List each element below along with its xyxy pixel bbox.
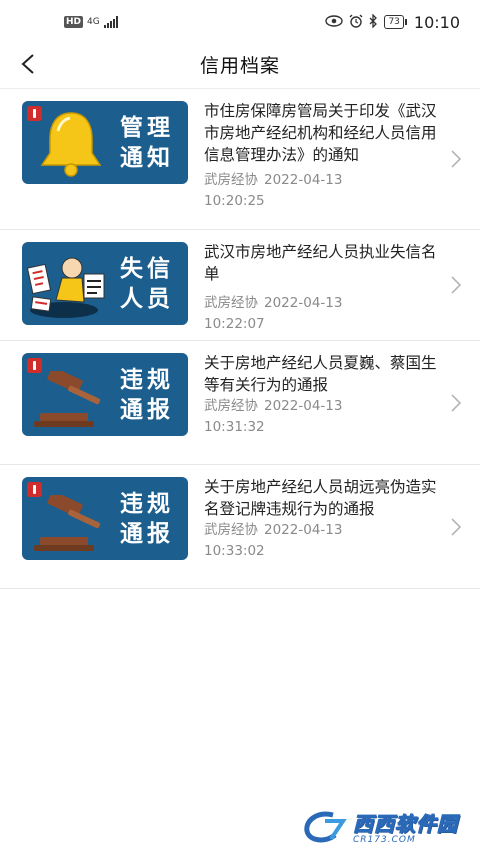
watermark-text: 西西软件园 CR173.COM xyxy=(353,808,458,846)
thumbnail-dishonest: 失信 人员 xyxy=(22,242,188,325)
alarm-icon xyxy=(349,14,363,31)
thumbnail-label-line2: 通报 xyxy=(120,397,174,423)
item-info: 市住房保障房管局关于印发《武汉市房地产经纪机构和经纪人员信用信息管理办法》的通知… xyxy=(204,101,440,218)
signal-icon xyxy=(103,16,118,28)
thumbnail-label: 管理 通知 xyxy=(120,113,174,173)
item-info: 武汉市房地产经纪人员执业失信名单 武房经协 2022-04-13 10:22:07 xyxy=(204,242,440,341)
thumbnail-label-line2: 通报 xyxy=(120,521,174,547)
watermark-sub: CR173.COM xyxy=(353,835,416,845)
list-item[interactable]: 管理 通知 市住房保障房管局关于印发《武汉市房地产经纪机构和经纪人员信用信息管理… xyxy=(0,89,480,230)
watermark-logo-icon xyxy=(304,811,347,842)
item-title: 武汉市房地产经纪人员执业失信名单 xyxy=(204,243,437,283)
status-bar: HD 4G 73 10:10 xyxy=(0,0,480,44)
back-button[interactable] xyxy=(12,48,44,80)
thumbnail-violation: 违规 通报 xyxy=(22,477,188,560)
thumbnail-label-line1: 违规 xyxy=(120,491,174,517)
item-date: 2022-04-13 xyxy=(264,172,343,188)
item-title: 关于房地产经纪人员胡远亮伪造实名登记牌违规行为的通报 xyxy=(204,478,437,518)
chevron-right-icon xyxy=(451,518,462,536)
status-left: HD 4G xyxy=(64,16,118,28)
item-time: 10:22:07 xyxy=(204,316,265,332)
item-meta: 武房经协 2022-04-13 10:33:02 xyxy=(204,520,440,568)
chevron-right-icon xyxy=(451,276,462,294)
thumbnail-label-line1: 违规 xyxy=(120,367,174,393)
item-meta: 武房经协 2022-04-13 10:31:32 xyxy=(204,396,440,444)
bell-icon xyxy=(40,112,102,177)
list-item[interactable]: 违规 通报 关于房地产经纪人员夏巍、蔡国生等有关行为的通报 武房经协 2022-0… xyxy=(0,341,480,465)
list-item[interactable]: 违规 通报 关于房地产经纪人员胡远亮伪造实名登记牌违规行为的通报 武房经协 202… xyxy=(0,465,480,589)
item-date: 2022-04-13 xyxy=(264,398,343,414)
thumbnail-label-line1: 管理 xyxy=(120,115,174,141)
thumbnail-notice: 管理 通知 xyxy=(22,101,188,184)
gavel-icon xyxy=(34,371,101,427)
item-title: 关于房地产经纪人员夏巍、蔡国生等有关行为的通报 xyxy=(204,354,437,394)
chevron-left-icon xyxy=(21,54,34,74)
item-title: 市住房保障房管局关于印发《武汉市房地产经纪机构和经纪人员信用信息管理办法》的通知 xyxy=(204,102,437,164)
item-date: 2022-04-13 xyxy=(264,295,343,311)
dishonest-person-icon xyxy=(26,257,105,318)
thumbnail-label: 失信 人员 xyxy=(120,254,174,314)
thumbnail-label-line2: 通知 xyxy=(120,145,174,171)
gavel-icon xyxy=(34,495,101,551)
bluetooth-icon xyxy=(369,12,378,31)
thumbnail-label-line1: 失信 xyxy=(120,256,174,282)
credit-record-list: 管理 通知 市住房保障房管局关于印发《武汉市房地产经纪机构和经纪人员信用信息管理… xyxy=(0,89,480,589)
network-type: 4G xyxy=(87,16,100,27)
item-date: 2022-04-13 xyxy=(264,522,343,538)
status-right: 73 10:10 xyxy=(325,13,460,32)
item-info: 关于房地产经纪人员夏巍、蔡国生等有关行为的通报 武房经协 2022-04-13 1… xyxy=(204,353,440,444)
item-time: 10:20:25 xyxy=(204,193,265,209)
item-meta: 武房经协 2022-04-13 10:20:25 xyxy=(204,170,440,218)
thumbnail-violation: 违规 通报 xyxy=(22,353,188,436)
item-source: 武房经协 xyxy=(204,398,258,414)
battery-icon: 73 xyxy=(384,15,408,29)
item-source: 武房经协 xyxy=(204,172,258,188)
list-item[interactable]: 失信 人员 武汉市房地产经纪人员执业失信名单 武房经协 2022-04-13 10… xyxy=(0,230,480,341)
thumbnail-label: 违规 通报 xyxy=(120,365,174,425)
chevron-right-icon xyxy=(451,394,462,412)
watermark-brand: 西西软件园 xyxy=(353,812,458,837)
thumbnail-label-line2: 人员 xyxy=(120,286,174,312)
item-source: 武房经协 xyxy=(204,522,258,538)
item-time: 10:31:32 xyxy=(204,419,265,435)
item-source: 武房经协 xyxy=(204,295,258,311)
item-info: 关于房地产经纪人员胡远亮伪造实名登记牌违规行为的通报 武房经协 2022-04-1… xyxy=(204,477,440,568)
watermark: 西西软件园 CR173.COM xyxy=(303,808,458,845)
thumbnail-label: 违规 通报 xyxy=(120,489,174,549)
header: 信用档案 xyxy=(0,44,480,84)
status-time: 10:10 xyxy=(413,12,460,32)
hd-badge: HD xyxy=(64,16,84,28)
eye-icon xyxy=(325,14,344,30)
item-time: 10:33:02 xyxy=(204,543,265,559)
item-meta: 武房经协 2022-04-13 10:22:07 xyxy=(204,293,440,341)
page-title: 信用档案 xyxy=(199,54,280,77)
chevron-right-icon xyxy=(451,150,462,168)
